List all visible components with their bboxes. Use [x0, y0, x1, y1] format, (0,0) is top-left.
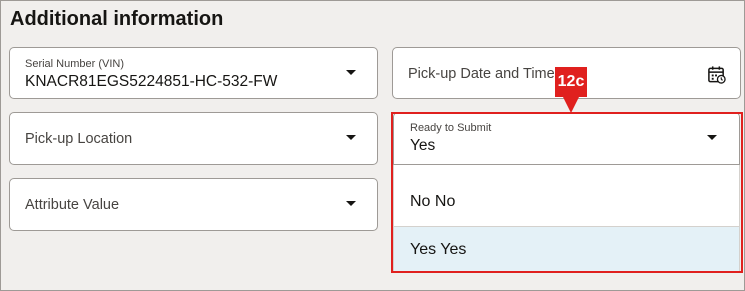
section-title: Additional information — [10, 8, 224, 30]
page-frame: Additional information Serial Number (VI… — [0, 0, 745, 291]
ready-to-submit-select[interactable]: Ready to Submit Yes — [393, 112, 740, 165]
pickup-location-select[interactable]: Pick-up Location — [9, 112, 378, 165]
serial-number-value: KNACR81EGS5224851-HC-532-FW — [25, 73, 278, 90]
chevron-down-icon[interactable] — [346, 201, 356, 206]
calendar-icon[interactable] — [707, 65, 726, 84]
serial-number-select[interactable]: Serial Number (VIN) KNACR81EGS5224851-HC… — [9, 47, 378, 99]
annotation-arrow — [563, 97, 579, 113]
option-no[interactable]: No No — [394, 165, 739, 226]
pickup-location-placeholder: Pick-up Location — [25, 131, 133, 147]
ready-to-submit-label: Ready to Submit — [410, 122, 492, 134]
option-yes[interactable]: Yes Yes — [394, 227, 739, 273]
attribute-value-select[interactable]: Attribute Value — [9, 178, 378, 231]
pickup-datetime-placeholder: Pick-up Date and Time — [408, 66, 555, 82]
chevron-down-icon[interactable] — [707, 135, 717, 140]
chevron-down-icon[interactable] — [346, 70, 356, 75]
attribute-value-placeholder: Attribute Value — [25, 197, 120, 213]
ready-to-submit-value: Yes — [410, 137, 436, 154]
annotation-callout: 12c — [555, 67, 587, 97]
ready-to-submit-listbox: No No Yes Yes — [393, 165, 740, 273]
serial-number-label: Serial Number (VIN) — [25, 58, 125, 70]
chevron-down-icon[interactable] — [346, 135, 356, 140]
